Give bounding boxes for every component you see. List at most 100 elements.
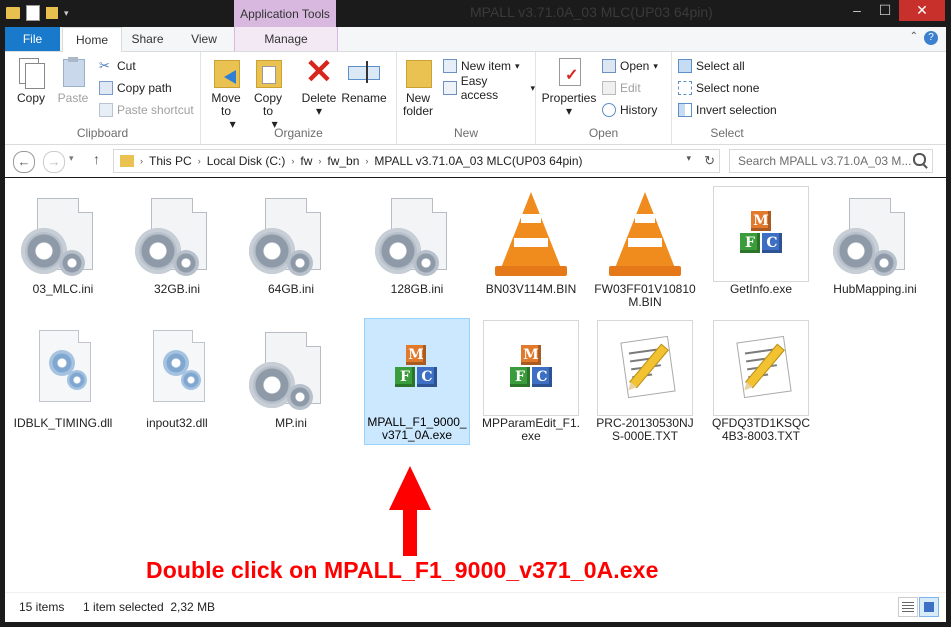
copy-icon xyxy=(15,56,47,89)
file-item[interactable]: 128GB.ini xyxy=(365,186,469,296)
select-none-button[interactable]: Select none xyxy=(678,79,759,97)
properties-icon: ✓ xyxy=(553,56,585,88)
back-button[interactable]: ← xyxy=(13,151,35,173)
chevron-right-icon: › xyxy=(365,156,369,166)
history-button[interactable]: History xyxy=(602,101,657,119)
close-button[interactable]: ✕ xyxy=(899,0,945,21)
clipboard-group: Copy Paste ✂ Cut Copy path Paste shortcu… xyxy=(5,52,201,144)
copy-button[interactable]: Copy xyxy=(11,56,51,105)
file-item[interactable]: HubMapping.ini xyxy=(823,186,927,296)
file-item[interactable]: 64GB.ini xyxy=(239,186,343,296)
annotation-arrow-icon xyxy=(389,466,431,510)
quick-access-toolbar: ▾ xyxy=(6,5,69,21)
breadcrumb-this-pc[interactable]: This PC xyxy=(149,154,192,168)
file-item[interactable]: QFDQ3TD1KSQC4B3-8003.TXT xyxy=(709,320,813,443)
file-item-selected[interactable]: M F C MPALL_F1_9000_v371_0A.exe xyxy=(364,318,470,445)
file-item[interactable]: M F C MPParamEdit_F1.exe xyxy=(479,320,583,443)
edit-button[interactable]: Edit xyxy=(602,79,641,97)
chevron-right-icon: › xyxy=(291,156,295,166)
annotation-instruction: Double click on MPALL_F1_9000_v371_0A.ex… xyxy=(146,557,659,583)
select-all-button[interactable]: Select all xyxy=(678,57,745,75)
chevron-right-icon: › xyxy=(140,156,143,166)
properties-button[interactable]: ✓ Properties ▾ xyxy=(538,56,600,118)
address-bar-row: ← → ▾ ↑ › This PC › Local Disk (C:) › fw… xyxy=(5,145,946,177)
search-input[interactable]: Search MPALL v3.71.0A_03 M... xyxy=(730,154,913,168)
collapse-ribbon-icon[interactable]: ⌃ xyxy=(910,31,918,42)
new-item-icon xyxy=(443,59,457,73)
open-button[interactable]: Open ▾ xyxy=(602,57,658,75)
chevron-down-icon: ▾ xyxy=(530,82,535,93)
folder-icon[interactable] xyxy=(6,7,20,19)
breadcrumb-local-disk[interactable]: Local Disk (C:) xyxy=(207,154,286,168)
breadcrumb-fw[interactable]: fw xyxy=(300,154,312,168)
mfc-app-icon: M F C xyxy=(483,320,579,416)
large-icons-view-icon xyxy=(924,602,934,612)
vlc-cone-icon xyxy=(483,186,579,282)
easy-access-icon xyxy=(443,81,457,95)
tab-view[interactable]: View xyxy=(175,27,233,51)
breadcrumb-fw-bn[interactable]: fw_bn xyxy=(327,154,359,168)
context-tab-application-tools: Application Tools xyxy=(234,0,336,27)
copy-path-button[interactable]: Copy path xyxy=(99,79,172,97)
new-item-button[interactable]: New item ▾ xyxy=(443,57,520,75)
file-item[interactable]: M F C GetInfo.exe xyxy=(709,186,813,296)
invert-selection-button[interactable]: Invert selection xyxy=(678,101,777,119)
tab-home[interactable]: Home xyxy=(62,27,122,52)
delete-button[interactable]: ✕ Delete ▾ xyxy=(299,53,339,118)
address-history-icon[interactable]: ▾ xyxy=(686,153,691,164)
easy-access-button[interactable]: Easy access ▾ xyxy=(443,74,535,102)
new-group: New folder New item ▾ Easy access ▾ New xyxy=(397,52,536,144)
search-icon xyxy=(913,153,926,166)
copy-to-button[interactable]: Copy to to ▾ xyxy=(249,56,287,131)
paste-shortcut-button[interactable]: Paste shortcut xyxy=(99,101,194,119)
item-count: 15 items xyxy=(19,600,65,614)
breadcrumb-current-folder[interactable]: MPALL v3.71.0A_03 MLC(UP03 64pin) xyxy=(374,154,582,168)
file-item[interactable]: 32GB.ini xyxy=(125,186,229,296)
recent-locations-icon[interactable]: ▾ xyxy=(69,153,74,164)
file-item[interactable]: MP.ini xyxy=(239,320,343,430)
customize-toolbar-icon[interactable]: ▾ xyxy=(64,8,69,19)
details-view-button[interactable] xyxy=(898,597,918,617)
address-bar[interactable]: › This PC › Local Disk (C:) › fw › fw_bn… xyxy=(113,149,720,173)
cut-button[interactable]: ✂ Cut xyxy=(99,57,136,75)
forward-button[interactable]: → xyxy=(43,151,65,173)
copy-to-icon xyxy=(252,56,284,88)
file-item[interactable]: 03_MLC.ini xyxy=(11,186,115,296)
status-bar: 15 items 1 item selected 2,32 MB xyxy=(5,592,946,622)
chevron-down-icon: ▾ xyxy=(653,60,658,71)
open-group: ✓ Properties ▾ Open ▾ Edit History Open xyxy=(536,52,672,144)
file-item[interactable]: inpout32.dll xyxy=(125,320,229,430)
move-to-button[interactable]: Move to to ▾ xyxy=(207,56,245,131)
edit-icon xyxy=(602,81,616,95)
history-icon xyxy=(602,103,616,117)
delete-x-icon: ✕ xyxy=(304,53,334,91)
new-folder-icon[interactable] xyxy=(46,7,58,19)
file-item[interactable]: PRC-20130530NJS-000E.TXT xyxy=(593,320,697,443)
notepad-text-icon xyxy=(597,320,693,416)
tab-manage[interactable]: Manage xyxy=(234,27,338,51)
file-item[interactable]: FW03FF01V10810M.BIN xyxy=(593,186,697,309)
annotation-arrow-shaft xyxy=(403,508,417,556)
ribbon-tabs: File Home Share View Manage ⌃ ? xyxy=(5,27,946,52)
rename-button[interactable]: Rename xyxy=(341,56,387,105)
minimize-button[interactable]: – xyxy=(843,0,871,21)
file-item[interactable]: BN03V114M.BIN xyxy=(479,186,583,296)
paste-button[interactable]: Paste xyxy=(53,56,93,105)
tab-share[interactable]: Share xyxy=(120,27,175,51)
chevron-right-icon: › xyxy=(197,156,201,166)
notepad-text-icon xyxy=(713,320,809,416)
refresh-icon[interactable]: ↻ xyxy=(704,153,715,169)
search-box[interactable]: Search MPALL v3.71.0A_03 M... xyxy=(729,149,933,173)
properties-icon[interactable] xyxy=(26,5,40,21)
new-folder-button[interactable]: New folder xyxy=(399,56,437,118)
help-icon[interactable]: ? xyxy=(924,31,938,45)
folder-icon xyxy=(120,155,134,167)
up-button[interactable]: ↑ xyxy=(93,151,100,167)
rename-icon xyxy=(348,56,380,88)
file-item[interactable]: IDBLK_TIMING.dll xyxy=(11,320,115,430)
paste-shortcut-icon xyxy=(99,103,113,117)
large-icons-view-button[interactable] xyxy=(919,597,939,617)
maximize-button[interactable]: ☐ xyxy=(871,0,899,21)
tab-file[interactable]: File xyxy=(5,27,60,51)
select-group-label: Select xyxy=(710,126,744,140)
